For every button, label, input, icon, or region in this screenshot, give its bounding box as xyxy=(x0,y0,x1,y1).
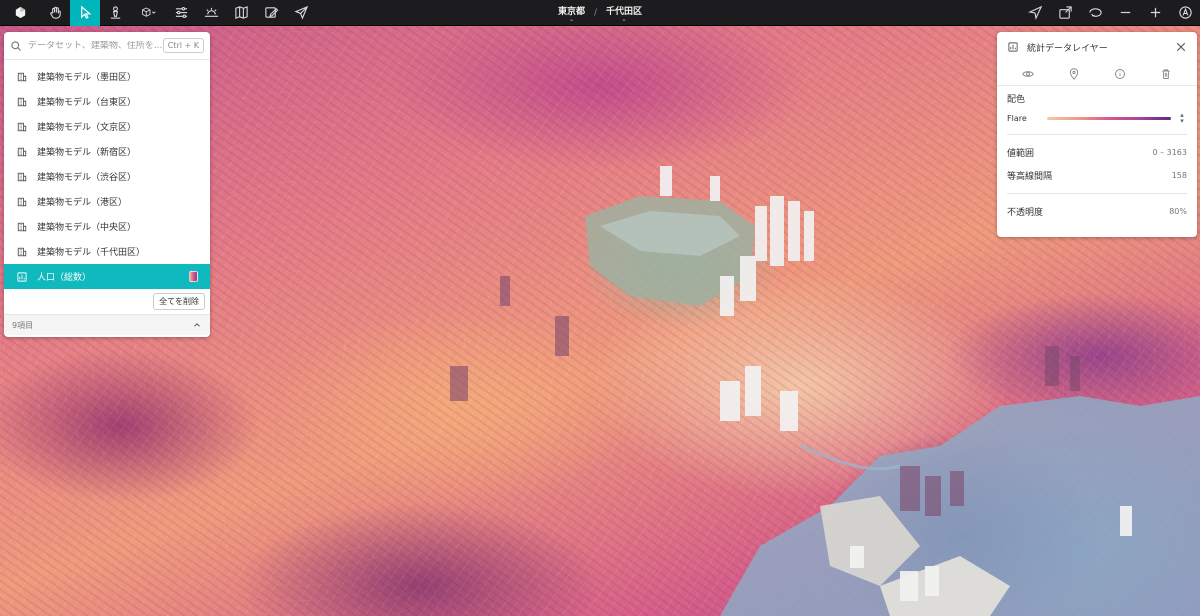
opacity-row: 不透明度 80% xyxy=(997,200,1197,223)
inspector-panel: 統計データレイヤー 配色 Flare ▴ ▾ 値範囲 0 – 3163 等高線間隔… xyxy=(997,32,1197,237)
edit-panel-icon[interactable] xyxy=(256,0,286,26)
top-toolbar: 東京都 ⌄ / 千代田区 ⌄ xyxy=(0,0,1200,26)
layer-item-label: 建築物モデル（墨田区） xyxy=(37,73,137,83)
chevron-down-icon: ⌄ xyxy=(568,15,574,23)
account-icon[interactable] xyxy=(1170,0,1200,26)
color-section: 配色 Flare ▴ ▾ xyxy=(997,88,1197,135)
color-section-title: 配色 xyxy=(1007,94,1026,105)
search-icon xyxy=(11,40,21,51)
color-ramp-selector[interactable]: Flare ▴ ▾ xyxy=(1007,108,1187,128)
person-pin-icon[interactable] xyxy=(100,0,130,26)
building-layer-icon xyxy=(17,122,27,131)
layer-actions: 全てを削除 xyxy=(4,289,210,315)
rotate-icon[interactable] xyxy=(1080,0,1110,26)
breadcrumb-prefecture-label: 東京都 xyxy=(557,6,585,17)
eye-icon[interactable] xyxy=(1022,68,1034,80)
location-arrow-icon[interactable] xyxy=(1020,0,1050,26)
search-input[interactable] xyxy=(28,40,163,51)
stats-layer-icon xyxy=(1008,42,1018,52)
value-range-value: 0 – 3163 xyxy=(1152,148,1187,157)
building-layer-icon xyxy=(17,197,27,206)
search-shortcut-badge: Ctrl + K xyxy=(162,38,204,53)
value-range-label: 値範囲 xyxy=(1007,149,1035,159)
chevron-down-icon: ⌄ xyxy=(621,15,627,23)
building-layer-icon xyxy=(17,247,27,256)
location-pin-icon[interactable] xyxy=(1068,67,1080,80)
minus-icon[interactable] xyxy=(1110,0,1140,26)
building-layer-icon xyxy=(17,147,27,156)
contour-interval-row: 等高線間隔 158 xyxy=(997,164,1197,187)
breadcrumb-ward-label: 千代田区 xyxy=(606,6,643,17)
layer-item-label: 建築物モデル（港区） xyxy=(37,198,128,208)
cube-icon[interactable] xyxy=(130,0,166,26)
layers-panel: Ctrl + K 建築物モデル（墨田区） 建築物モデル（台東区） 建築物モデル（… xyxy=(4,32,210,337)
value-range-row: 値範囲 0 – 3163 xyxy=(997,141,1197,164)
trash-icon[interactable] xyxy=(1160,68,1172,80)
layer-item-label: 建築物モデル（台東区） xyxy=(37,98,137,108)
color-ramp-bar xyxy=(1047,116,1171,120)
search-bar: Ctrl + K xyxy=(4,32,210,60)
opacity-label: 不透明度 xyxy=(1007,208,1044,218)
building-layer-icon xyxy=(17,172,27,181)
remove-all-button[interactable]: 全てを削除 xyxy=(153,293,205,310)
cursor-arrow-icon[interactable] xyxy=(70,0,100,26)
layer-item-label: 建築物モデル（文京区） xyxy=(37,123,137,133)
building-layer-icon xyxy=(17,72,27,81)
inspector-actions xyxy=(997,62,1197,86)
right-tool-group xyxy=(1020,0,1200,26)
layer-item-population[interactable]: 人口（総数） xyxy=(4,264,210,289)
app-logo-icon[interactable] xyxy=(0,0,40,26)
layer-item-minato[interactable]: 建築物モデル（港区） xyxy=(4,189,210,214)
map-icon[interactable] xyxy=(226,0,256,26)
export-icon[interactable] xyxy=(1050,0,1080,26)
layer-item-chiyoda[interactable]: 建築物モデル（千代田区） xyxy=(4,239,210,264)
building-layer-icon xyxy=(17,97,27,106)
item-count: 9項目 xyxy=(12,320,34,330)
chevron-up-icon[interactable] xyxy=(192,320,202,330)
layer-footer[interactable]: 9項目 xyxy=(4,315,210,335)
hand-icon[interactable] xyxy=(40,0,70,26)
layer-item-label: 人口（総数） xyxy=(37,273,92,283)
breadcrumb-ward[interactable]: 千代田区 ⌄ xyxy=(606,4,642,23)
updown-chevron-icon[interactable]: ▴ ▾ xyxy=(1177,112,1187,125)
opacity-value[interactable]: 80% xyxy=(1169,207,1187,216)
building-layer-icon xyxy=(17,222,27,231)
layer-item-label: 建築物モデル（渋谷区） xyxy=(37,173,137,183)
contour-interval-label: 等高線間隔 xyxy=(1007,172,1053,182)
layer-item-chuo[interactable]: 建築物モデル（中央区） xyxy=(4,214,210,239)
sliders-icon[interactable] xyxy=(166,0,196,26)
color-ramp-swatch xyxy=(189,271,198,282)
contour-interval-value[interactable]: 158 xyxy=(1172,171,1187,180)
layer-item-sumida[interactable]: 建築物モデル（墨田区） xyxy=(4,64,210,89)
paper-plane-icon[interactable] xyxy=(286,0,316,26)
inspector-header: 統計データレイヤー xyxy=(997,32,1197,62)
breadcrumb-prefecture[interactable]: 東京都 ⌄ xyxy=(558,4,585,23)
inspector-title: 統計データレイヤー xyxy=(1027,43,1108,54)
sun-horizon-icon[interactable] xyxy=(196,0,226,26)
layer-item-shibuya[interactable]: 建築物モデル（渋谷区） xyxy=(4,164,210,189)
layer-item-label: 建築物モデル（新宿区） xyxy=(37,148,137,158)
layer-item-label: 建築物モデル（千代田区） xyxy=(37,248,146,258)
stats-layer-icon xyxy=(17,271,27,282)
close-icon[interactable] xyxy=(1175,41,1187,53)
plus-icon[interactable] xyxy=(1140,0,1170,26)
breadcrumb-separator: / xyxy=(593,8,598,18)
layer-list: 建築物モデル（墨田区） 建築物モデル（台東区） 建築物モデル（文京区） 建築物モ… xyxy=(4,60,210,289)
layer-item-taito[interactable]: 建築物モデル（台東区） xyxy=(4,89,210,114)
layer-item-bunkyo[interactable]: 建築物モデル（文京区） xyxy=(4,114,210,139)
layer-item-label: 建築物モデル（中央区） xyxy=(37,223,137,233)
info-icon[interactable] xyxy=(1114,68,1126,80)
ramp-name: Flare xyxy=(1007,113,1027,123)
layer-item-shinjuku[interactable]: 建築物モデル（新宿区） xyxy=(4,139,210,164)
tool-group xyxy=(0,0,316,26)
